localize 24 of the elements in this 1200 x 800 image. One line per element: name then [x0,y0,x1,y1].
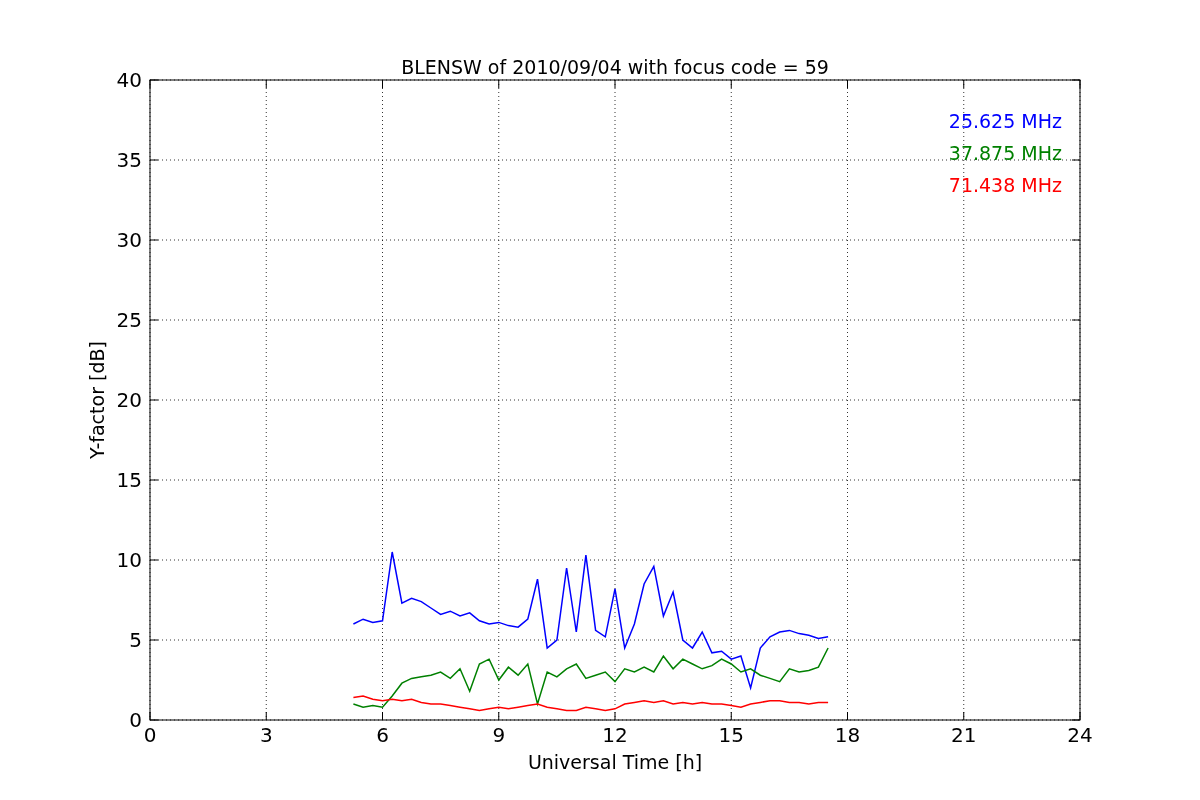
y-tick-label: 25 [116,308,142,332]
y-tick-label: 0 [129,708,142,732]
x-tick-label: 24 [1067,723,1093,747]
y-tick-label: 40 [116,68,142,92]
x-tick-label: 6 [376,723,389,747]
y-tick-label: 15 [116,468,142,492]
x-tick-label: 3 [259,723,273,747]
x-tick-label: 15 [718,723,744,747]
y-tick-label: 30 [116,228,142,252]
y-tick-label: 5 [129,628,142,652]
y-tick-label: 10 [116,548,142,572]
x-tick-label: 0 [143,723,157,747]
chart-title: BLENSW of 2010/09/04 with focus code = 59 [401,56,829,78]
y-tick-label: 20 [116,388,142,412]
x-axis-label: Universal Time [h] [527,751,703,773]
y-axis-label: Y-factor [dB] [86,341,108,459]
legend-label: 37.875 MHz [948,142,1062,164]
x-tick-label: 9 [492,723,506,747]
x-tick-label: 12 [602,723,628,747]
x-tick-label: 18 [834,723,861,747]
legend-label: 71.438 MHz [948,174,1062,196]
x-tick-label: 21 [951,723,977,747]
y-tick-label: 35 [116,148,142,172]
legend-label: 25.625 MHz [948,110,1062,132]
